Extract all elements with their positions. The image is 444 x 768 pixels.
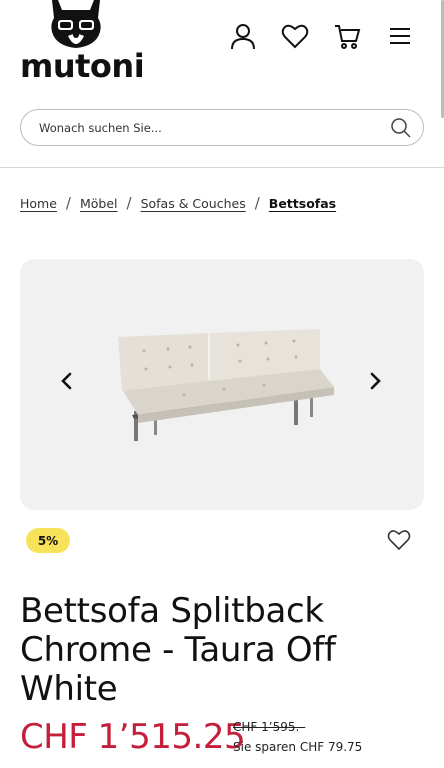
search-bar bbox=[20, 109, 424, 146]
search-icon bbox=[391, 118, 411, 138]
chevron-left-icon bbox=[61, 372, 72, 390]
mutoni-logo[interactable]: mutoni bbox=[20, 0, 145, 88]
dog-mascot-logo-icon bbox=[51, 0, 101, 48]
savings-text: Sie sparen CHF 79.75 bbox=[233, 740, 363, 754]
product-title: Bettsofa Splitback Chrome - Taura Off Wh… bbox=[20, 591, 336, 709]
user-icon bbox=[231, 24, 255, 50]
add-to-wishlist-button[interactable] bbox=[385, 527, 413, 553]
search-input[interactable] bbox=[39, 120, 369, 135]
chevron-right-icon bbox=[370, 372, 381, 390]
breadcrumb-home[interactable]: Home bbox=[20, 196, 57, 211]
breadcrumb-bettsofas[interactable]: Bettsofas bbox=[269, 196, 336, 211]
cart-icon bbox=[335, 25, 361, 49]
product-image-sofa bbox=[118, 329, 334, 441]
menu-icon bbox=[390, 28, 410, 44]
menu-button[interactable] bbox=[384, 20, 416, 52]
discount-badge: 5% bbox=[26, 528, 70, 553]
heart-icon bbox=[281, 24, 309, 49]
product-image-gallery[interactable] bbox=[20, 259, 424, 510]
breadcrumb-separator: / bbox=[126, 194, 132, 212]
logo-wordmark: mutoni bbox=[20, 47, 145, 85]
site-header: mutoni bbox=[0, 0, 444, 168]
account-button[interactable] bbox=[227, 20, 259, 52]
heart-icon bbox=[387, 530, 411, 551]
search-button[interactable] bbox=[389, 116, 413, 140]
breadcrumb-separator: / bbox=[254, 194, 260, 212]
wishlist-header-button[interactable] bbox=[279, 20, 311, 52]
cart-button[interactable] bbox=[331, 20, 363, 52]
product-price: CHF 1’515.25 bbox=[20, 717, 246, 757]
breadcrumb-moebel[interactable]: Möbel bbox=[80, 196, 118, 211]
gallery-next-button[interactable] bbox=[358, 364, 392, 398]
breadcrumb: Home / Möbel / Sofas & Couches / Bettsof… bbox=[20, 194, 336, 212]
gallery-prev-button[interactable] bbox=[50, 364, 84, 398]
original-price: CHF 1’595.– bbox=[233, 720, 306, 734]
breadcrumb-separator: / bbox=[65, 194, 71, 212]
breadcrumb-sofas-couches[interactable]: Sofas & Couches bbox=[141, 196, 246, 211]
